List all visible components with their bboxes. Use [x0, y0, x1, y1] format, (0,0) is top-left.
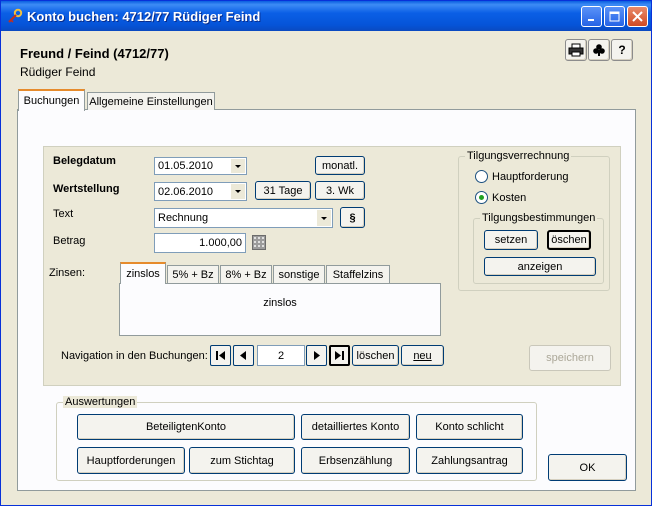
belegdatum-label: Belegdatum — [53, 155, 116, 167]
window-title: Konto buchen: 4712/77 Rüdiger Feind — [27, 9, 261, 24]
zins-content: zinslos — [263, 296, 297, 309]
first-record-button[interactable] — [210, 345, 231, 366]
page-title: Freund / Feind (4712/77) — [20, 46, 169, 61]
setzen-button[interactable]: setzen — [484, 230, 538, 250]
navigation-label: Navigation in den Buchungen: — [61, 350, 208, 362]
tab-staffelzins[interactable]: Staffelzins — [326, 265, 390, 283]
beteiligtenkonto-button[interactable]: BeteiligtenKonto — [77, 414, 295, 440]
last-icon — [335, 351, 344, 360]
hauptforderung-radio[interactable] — [475, 170, 488, 183]
text-label: Text — [53, 208, 74, 220]
neu-button[interactable]: neu — [401, 345, 444, 366]
page-subtitle: Rüdiger Feind — [20, 65, 96, 79]
loeschen-button[interactable]: löschen — [352, 345, 399, 366]
hauptforderungen-button[interactable]: Hauptforderungen — [77, 447, 185, 474]
woche-button[interactable]: 3. Wk — [315, 181, 365, 200]
wertstellung-value: 02.06.2010 — [158, 185, 214, 198]
kosten-radio[interactable] — [475, 191, 488, 204]
key-icon — [8, 8, 23, 23]
minimize-button[interactable] — [581, 6, 602, 27]
tab-allgemeine-einstellungen[interactable]: Allgemeine Einstellungen — [87, 92, 215, 110]
tab-buchungen[interactable]: Buchungen — [18, 89, 85, 111]
paragraph-button[interactable]: § — [340, 207, 365, 228]
chevron-down-icon[interactable] — [317, 210, 331, 226]
auswertungen-title: Auswertungen — [63, 396, 138, 408]
maximize-button[interactable] — [604, 6, 625, 27]
first-icon — [216, 351, 225, 360]
club-button[interactable] — [588, 39, 610, 61]
calculator-icon[interactable] — [252, 235, 266, 250]
belegdatum-field[interactable]: 01.05.2010 — [154, 157, 247, 175]
minimize-icon — [587, 18, 594, 21]
zahlungsantrag-button[interactable]: Zahlungsantrag — [416, 447, 523, 474]
monatl-button[interactable]: monatl. — [315, 156, 365, 175]
anzeigen-button[interactable]: anzeigen — [484, 257, 596, 276]
tab-sonstige[interactable]: sonstige — [273, 265, 325, 283]
previous-record-button[interactable] — [233, 345, 254, 366]
chevron-down-icon[interactable] — [231, 159, 245, 173]
hauptforderung-label: Hauptforderung — [492, 171, 569, 183]
wertstellung-field[interactable]: 02.06.2010 — [154, 182, 247, 201]
help-button[interactable]: ? — [611, 39, 633, 61]
betrag-field[interactable]: 1.000,00 — [154, 233, 246, 253]
last-record-button[interactable] — [329, 345, 350, 366]
ok-button[interactable]: OK — [548, 454, 627, 481]
tab-8-bz[interactable]: 8% + Bz — [220, 265, 272, 283]
next-icon — [314, 351, 320, 360]
text-value: Rechnung — [158, 212, 209, 224]
text-field[interactable]: Rechnung — [154, 208, 333, 228]
betrag-label: Betrag — [53, 235, 86, 247]
window: Konto buchen: 4712/77 Rüdiger Feind Freu… — [0, 0, 652, 506]
kosten-label: Kosten — [492, 192, 527, 204]
previous-icon — [240, 351, 246, 360]
print-button[interactable] — [565, 39, 587, 61]
tab-zinslos[interactable]: zinslos — [120, 262, 166, 284]
wertstellung-label: Wertstellung — [53, 183, 120, 195]
tilgung-loeschen-button[interactable]: öschen — [547, 230, 591, 250]
zum-stichtag-button[interactable]: zum Stichtag — [189, 447, 295, 474]
club-icon — [593, 44, 605, 56]
record-number-field[interactable]: 2 — [257, 345, 305, 366]
konto-schlicht-button[interactable]: Konto schlicht — [416, 414, 523, 440]
tilgungsverrechnung-title: Tilgungsverrechnung — [465, 150, 572, 162]
zins-panel: zinslos — [119, 283, 441, 336]
betrag-value: 1.000,00 — [199, 237, 242, 249]
printer-icon — [568, 43, 584, 57]
close-button[interactable] — [627, 6, 648, 27]
tab-5-bz[interactable]: 5% + Bz — [167, 265, 219, 283]
tage-button[interactable]: 31 Tage — [255, 181, 311, 200]
zinsen-label: Zinsen: — [49, 267, 86, 279]
chevron-down-icon[interactable] — [231, 184, 245, 199]
tilgungsbestimmungen-title: Tilgungsbestimmungen — [480, 212, 598, 224]
next-record-button[interactable] — [306, 345, 327, 366]
record-number-value: 2 — [277, 349, 285, 362]
close-icon — [632, 11, 643, 22]
speichern-button[interactable]: speichern — [529, 345, 611, 371]
maximize-icon — [609, 11, 620, 22]
detailliertes-konto-button[interactable]: detailliertes Konto — [301, 414, 410, 440]
erbsenzaehlung-button[interactable]: Erbsenzählung — [301, 447, 410, 474]
belegdatum-value: 01.05.2010 — [158, 160, 214, 172]
title-bar[interactable]: Konto buchen: 4712/77 Rüdiger Feind — [1, 1, 651, 31]
